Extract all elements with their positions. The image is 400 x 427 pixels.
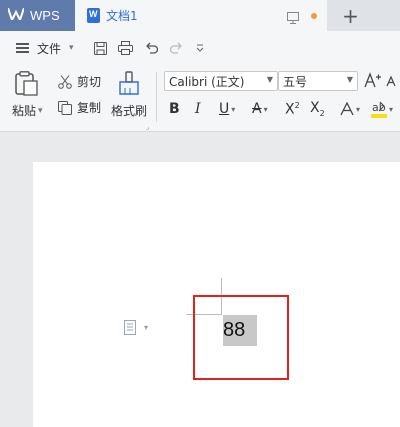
chevron-down-icon: ▾ — [231, 104, 236, 114]
chevron-down-icon: ▾ — [263, 104, 268, 114]
cut-label: 剪切 — [77, 75, 102, 89]
bold-button[interactable]: B — [169, 98, 180, 120]
copy-label: 复制 — [77, 101, 102, 115]
paste-dropdown[interactable]: 粘贴 ▾ — [12, 102, 43, 119]
font-size-value: 五号 — [283, 74, 308, 89]
copy-button[interactable]: 复制 — [58, 99, 101, 116]
new-tab-button[interactable]: + — [327, 0, 374, 31]
increase-font-size-button[interactable] — [364, 72, 382, 88]
font-name-value: Calibri (正文) — [169, 74, 245, 89]
unsaved-indicator — [311, 13, 317, 19]
ribbon-separator — [156, 72, 157, 122]
document-tab[interactable]: 文档1 — [75, 0, 327, 31]
strikethrough-icon: A — [252, 101, 262, 117]
font-shrink-icon — [386, 75, 396, 87]
paste-button[interactable] — [15, 71, 39, 97]
superscript-button[interactable]: X2 — [285, 98, 300, 120]
format-painter-icon[interactable] — [118, 71, 140, 95]
ribbon-toolbar: 粘贴 ▾ 剪切 复制 格式刷 ⌟ Calibri (正文) ▼ 五号 ▼ B I… — [0, 65, 400, 132]
save-icon — [94, 41, 107, 55]
chevron-down-icon: ▾ — [356, 104, 361, 114]
text-effect-button[interactable]: ▾ — [340, 98, 360, 120]
word-doc-icon — [87, 8, 100, 23]
menu-icon[interactable] — [16, 39, 29, 57]
highlight-color-button[interactable]: ab ▾ — [371, 98, 393, 120]
clipboard-expand-icon[interactable]: ⌟ — [146, 123, 149, 131]
subscript-button[interactable]: X2 — [310, 98, 325, 120]
tab-bar: WPS 文档1 + — [0, 0, 400, 31]
italic-icon: I — [195, 101, 201, 117]
font-grow-icon — [364, 72, 381, 88]
chevron-down-icon: ▾ — [389, 104, 394, 114]
strikethrough-button[interactable]: A ▾ — [252, 98, 268, 120]
subscript-icon: X2 — [310, 100, 325, 118]
redo-button[interactable] — [170, 39, 183, 57]
chevron-down-icon — [196, 44, 204, 52]
bold-icon: B — [169, 101, 180, 117]
wps-logo-icon — [7, 7, 25, 23]
underline-button[interactable]: U ▾ — [219, 98, 235, 120]
document-canvas — [0, 132, 400, 427]
chevron-down-icon: ▼ — [266, 75, 273, 84]
italic-button[interactable]: I — [195, 98, 201, 120]
file-menu-label: 文件 — [37, 41, 62, 56]
chevron-down-icon: ▾ — [69, 43, 74, 53]
wps-home-tab[interactable]: WPS — [0, 0, 75, 31]
save-button[interactable] — [94, 39, 107, 57]
underline-icon: U — [219, 101, 230, 117]
redo-icon — [170, 42, 182, 54]
font-size-select[interactable]: 五号 ▼ — [278, 71, 358, 91]
scissors-icon — [58, 74, 72, 89]
document-layout-icon — [124, 320, 136, 335]
superscript-icon: X2 — [285, 100, 300, 118]
file-menu[interactable]: 文件 ▾ — [37, 39, 74, 57]
paste-label: 粘贴 — [12, 104, 37, 118]
customize-toolbar-button[interactable] — [195, 39, 205, 57]
decrease-font-size-button[interactable] — [386, 75, 400, 87]
menu-bar: 文件 ▾ — [0, 31, 400, 65]
monitor-icon[interactable] — [287, 9, 299, 28]
annotation-highlight-box — [193, 295, 289, 380]
undo-button[interactable] — [145, 39, 158, 57]
svg-text:ab: ab — [372, 101, 386, 114]
print-button[interactable] — [118, 39, 133, 57]
paste-icon — [15, 71, 38, 96]
format-painter-button[interactable]: 格式刷 — [111, 102, 147, 119]
print-icon — [118, 41, 133, 55]
document-tab-title: 文档1 — [106, 9, 138, 23]
cut-button[interactable]: 剪切 — [58, 73, 101, 90]
chevron-down-icon: ▾ — [144, 323, 149, 332]
paragraph-layout-button[interactable]: ▾ — [124, 320, 148, 335]
font-name-select[interactable]: Calibri (正文) ▼ — [164, 71, 278, 91]
copy-icon — [58, 100, 72, 115]
text-effect-icon — [340, 102, 354, 116]
wps-tab-label: WPS — [30, 8, 60, 23]
highlighter-icon: ab — [371, 101, 387, 118]
undo-icon — [146, 42, 158, 54]
format-painter-label: 格式刷 — [111, 104, 148, 118]
chevron-down-icon: ▼ — [346, 75, 353, 84]
chevron-down-icon: ▾ — [38, 105, 43, 116]
